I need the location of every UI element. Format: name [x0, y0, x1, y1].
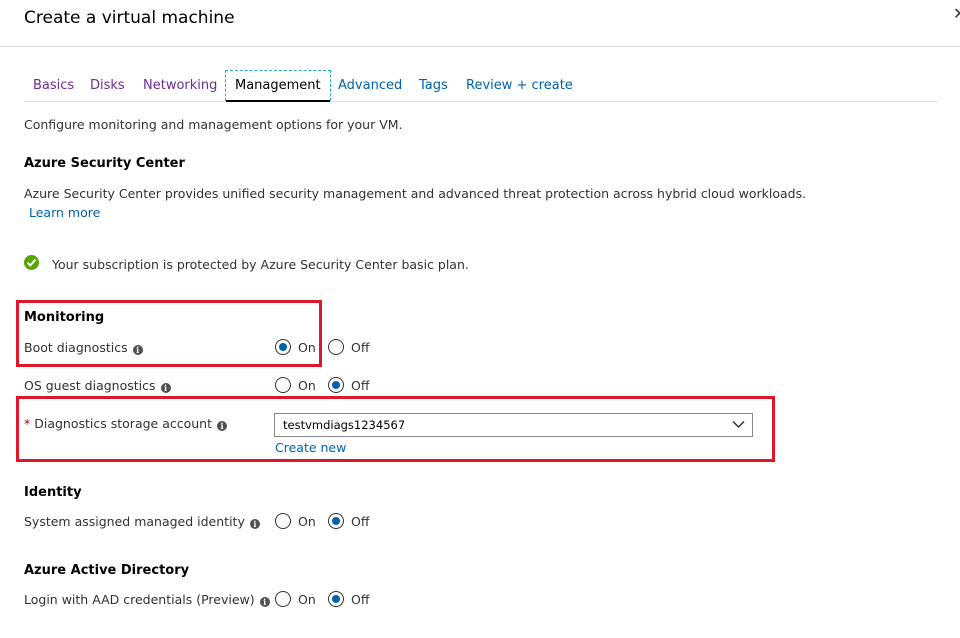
- security-center-description: Azure Security Center provides unified s…: [24, 186, 807, 201]
- active-tab-underline: [226, 100, 330, 102]
- radio-label: On: [298, 592, 316, 607]
- identity-heading: Identity: [24, 485, 82, 500]
- radio-circle: [328, 377, 344, 393]
- radio-circle: [328, 339, 344, 355]
- os-guest-diagnostics-label-text: OS guest diagnostics: [24, 378, 156, 393]
- tab-management[interactable]: Management: [225, 70, 331, 102]
- success-check-icon: [24, 255, 39, 270]
- os-guest-diagnostics-radio-group: On Off: [275, 376, 395, 396]
- learn-more-link[interactable]: Learn more: [29, 205, 100, 220]
- radio-label: On: [298, 378, 316, 393]
- page-title: Create a virtual machine: [24, 8, 235, 28]
- tab-disks[interactable]: Disks: [90, 70, 125, 100]
- highlight-box-storage-account: [16, 396, 775, 462]
- aad-login-label-text: Login with AAD credentials (Preview): [24, 592, 255, 607]
- radio-circle: [328, 513, 344, 529]
- radio-label: Off: [351, 340, 370, 355]
- radio-label: On: [298, 514, 316, 529]
- security-status-text: Your subscription is protected by Azure …: [52, 257, 469, 272]
- managed-identity-label-text: System assigned managed identity: [24, 514, 245, 529]
- managed-identity-radio-group: On Off: [275, 512, 395, 532]
- blade-header: Create a virtual machine ✕: [0, 0, 960, 47]
- managed-identity-label: System assigned managed identity i: [24, 514, 260, 529]
- radio-circle: [275, 377, 291, 393]
- radio-circle: [275, 591, 291, 607]
- tab-tags[interactable]: Tags: [419, 70, 448, 100]
- radio-circle: [328, 591, 344, 607]
- aad-heading: Azure Active Directory: [24, 563, 190, 578]
- info-icon[interactable]: i: [160, 383, 171, 393]
- info-icon[interactable]: i: [259, 597, 270, 607]
- radio-label: Off: [351, 514, 370, 529]
- os-guest-diagnostics-label: OS guest diagnostics i: [24, 378, 171, 393]
- aad-login-label: Login with AAD credentials (Preview) i: [24, 592, 270, 607]
- radio-label: Off: [351, 378, 370, 393]
- tab-review-create[interactable]: Review + create: [466, 70, 573, 100]
- tab-advanced[interactable]: Advanced: [338, 70, 402, 100]
- tab-management-label: Management: [235, 78, 321, 93]
- intro-text: Configure monitoring and management opti…: [24, 117, 403, 132]
- radio-circle: [275, 513, 291, 529]
- close-icon[interactable]: ✕: [953, 4, 960, 23]
- radio-label: Off: [351, 592, 370, 607]
- info-icon[interactable]: i: [249, 519, 260, 529]
- aad-login-radio-group: On Off: [275, 590, 395, 610]
- security-center-heading: Azure Security Center: [24, 156, 185, 171]
- tab-basics[interactable]: Basics: [33, 70, 74, 100]
- tab-networking[interactable]: Networking: [143, 70, 217, 100]
- highlight-box-monitoring: [16, 300, 322, 367]
- tab-bar: Basics Disks Networking Management Advan…: [24, 70, 938, 102]
